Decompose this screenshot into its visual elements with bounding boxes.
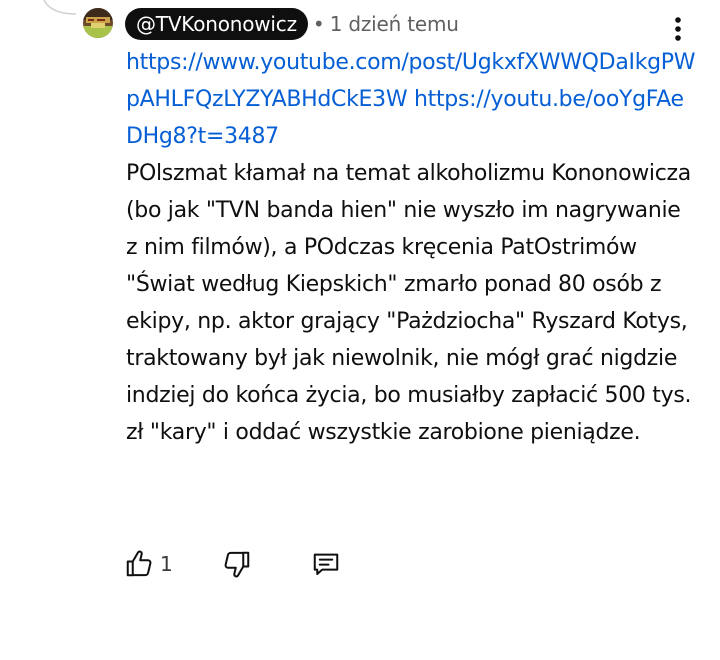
reply-button[interactable] [310,546,342,582]
thumbs-up-icon [126,550,152,577]
more-options-button[interactable] [664,12,692,46]
avatar-image [83,8,113,38]
reply-comment-icon [313,553,339,575]
comment-timestamp[interactable]: 1 dzień temu [330,12,459,36]
comment-header: @TVKononowicz • 1 dzień temu [125,8,459,40]
author-handle[interactable]: @TVKononowicz [125,8,308,40]
separator-dot: • [312,12,325,36]
comment-body: https://www.youtube.com/post/UgkxfXWWQDa… [126,44,696,451]
comment-thread: @TVKononowicz • 1 dzień temu https://www… [0,0,720,660]
thread-connector-line [43,0,77,15]
avatar[interactable] [83,8,113,38]
dislike-button[interactable] [222,546,252,582]
like-button[interactable]: 1 [124,546,173,582]
like-count: 1 [160,552,173,576]
comment-text: POlszmat kłamał na temat alkoholizmu Kon… [126,161,698,445]
more-vertical-icon [675,17,681,41]
thumbs-down-icon [224,551,250,578]
